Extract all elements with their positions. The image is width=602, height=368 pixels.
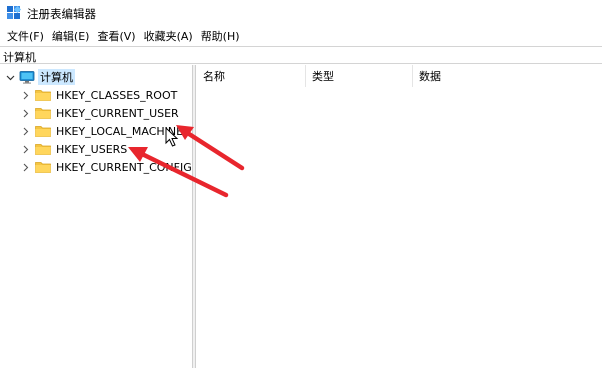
column-header-type[interactable]: 类型: [306, 65, 413, 87]
chevron-right-icon[interactable]: [20, 144, 30, 154]
chevron-right-icon[interactable]: [20, 108, 30, 118]
menu-help[interactable]: 帮助(H): [197, 28, 244, 44]
folder-icon: [35, 90, 51, 101]
computer-icon: [19, 70, 35, 84]
tree-item-label: HKEY_CURRENT_CONFIG: [56, 160, 192, 174]
pane-splitter[interactable]: [193, 65, 196, 368]
column-header-name[interactable]: 名称: [197, 65, 306, 87]
menu-edit[interactable]: 编辑(E): [48, 28, 94, 44]
folder-icon: [35, 126, 51, 137]
menu-file[interactable]: 文件(F): [3, 28, 48, 44]
menu-view[interactable]: 查看(V): [93, 28, 139, 44]
tree-item-hkey-current-user[interactable]: HKEY_CURRENT_USER: [20, 104, 179, 122]
address-path: 计算机: [3, 51, 36, 64]
values-list-pane[interactable]: 名称 类型 数据: [197, 65, 602, 368]
column-header-data[interactable]: 数据: [413, 65, 602, 87]
tree-item-hkey-users[interactable]: HKEY_USERS: [20, 140, 127, 158]
tree-root-label: 计算机: [38, 69, 75, 85]
tree-item-hkey-current-config[interactable]: HKEY_CURRENT_CONFIG: [20, 158, 192, 176]
chevron-down-icon[interactable]: [5, 72, 15, 82]
chevron-right-icon[interactable]: [20, 162, 30, 172]
column-header-label: 类型: [312, 70, 334, 83]
column-header-label: 数据: [419, 70, 441, 83]
folder-icon: [35, 162, 51, 173]
column-header-label: 名称: [203, 70, 225, 83]
chevron-right-icon[interactable]: [20, 90, 30, 100]
tree-item-label: HKEY_USERS: [56, 142, 128, 156]
tree-item-hkey-classes-root[interactable]: HKEY_CLASSES_ROOT: [20, 86, 177, 104]
tree-item-label: HKEY_CLASSES_ROOT: [56, 88, 178, 102]
tree-item-hkey-local-machine[interactable]: HKEY_LOCAL_MACHINE: [20, 122, 183, 140]
tree-item-label: HKEY_LOCAL_MACHINE: [56, 124, 184, 138]
folder-icon: [35, 144, 51, 155]
tree-pane[interactable]: 计算机 HKEY_CLASSES_ROOT HKEY_CURRENT_USER …: [0, 65, 193, 368]
regedit-app-icon: [7, 6, 21, 19]
menu-bar: 文件(F) 编辑(E) 查看(V) 收藏夹(A) 帮助(H): [0, 27, 602, 45]
folder-icon: [35, 108, 51, 119]
tree-root-computer[interactable]: 计算机: [5, 68, 75, 86]
chevron-right-icon[interactable]: [20, 126, 30, 136]
menu-favorites[interactable]: 收藏夹(A): [140, 28, 197, 44]
tree-item-label: HKEY_CURRENT_USER: [56, 106, 179, 120]
address-bar[interactable]: 计算机: [0, 46, 602, 64]
window-title: 注册表编辑器: [27, 7, 96, 21]
title-bar: 注册表编辑器: [0, 0, 602, 26]
